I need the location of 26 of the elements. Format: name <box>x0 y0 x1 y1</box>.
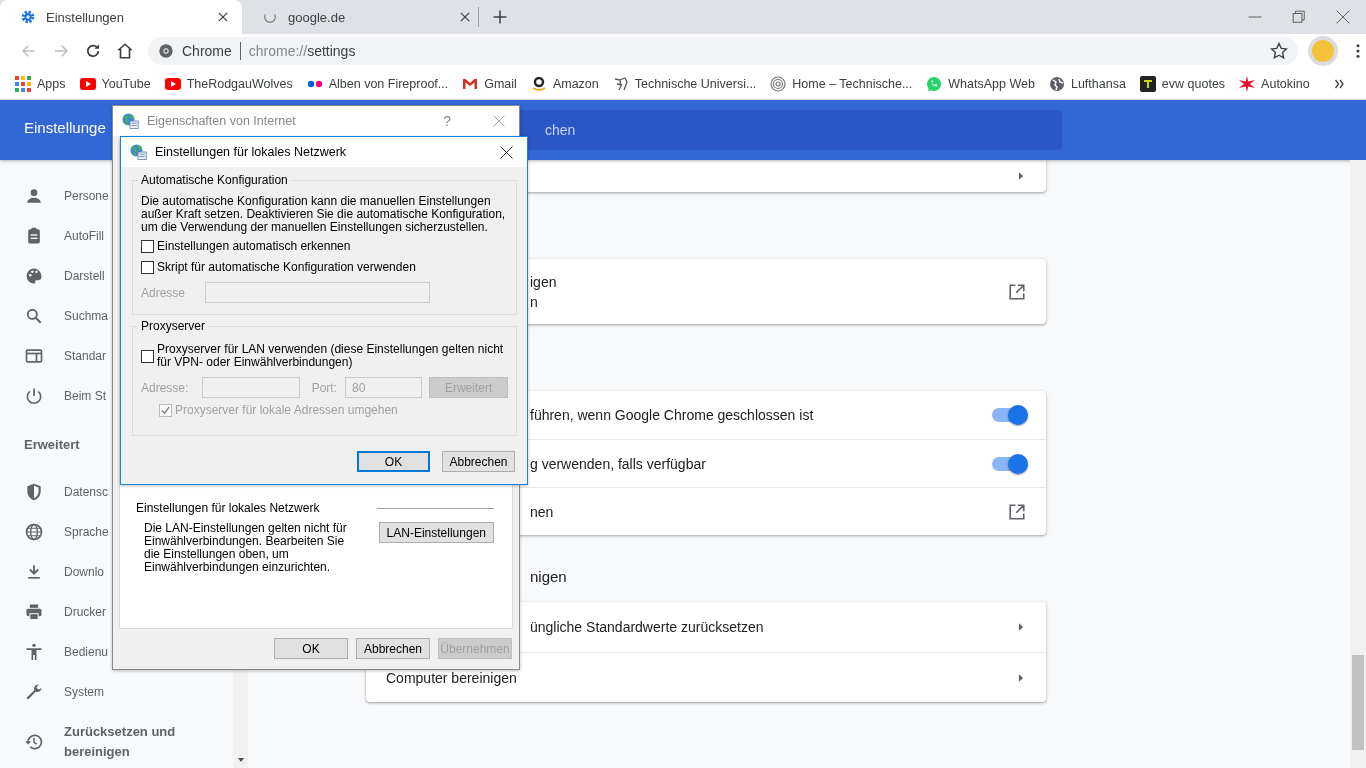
group-heading: Automatische Konfiguration <box>138 173 291 187</box>
setting-label: nen <box>530 502 555 522</box>
page-title: Einstellunge <box>24 118 106 136</box>
description-text: Die LAN-Einstellungen gelten nicht für Einwählverbindungen. Bearbeiten Sie die Einstellungen oben, um Einwählverbindungen einzurichten. <box>143 522 348 574</box>
section-heading: nigen <box>530 567 567 585</box>
group-heading: Proxyserver <box>138 319 208 333</box>
setting-label: igen <box>530 272 558 292</box>
window-title: Einstellungen für lokales Netzwerk <box>155 145 348 159</box>
setting-label: n <box>530 292 539 312</box>
checkbox-label: Proxyserver für LAN verwenden (diese Einstellungen gelten nicht für VPN- oder Einwählverbindungen) <box>157 343 505 369</box>
setting-label: üngliche Standardwerte zurücksetzen <box>530 618 765 637</box>
field-label: Adresse: <box>141 380 189 395</box>
checkbox-label: Proxyserver für lokale Adressen umgehen <box>175 404 398 417</box>
field-label: Adresse <box>141 285 186 300</box>
setting-label: Computer bereinigen <box>386 668 518 688</box>
url-text: chrome://settings <box>248 43 356 59</box>
setting-label: führen, wenn Google Chrome geschlossen ist <box>530 406 815 425</box>
description-text: Die automatische Konfiguration kann die manuellen Einstellungen außer Kraft setzen. Deaktivieren Sie die automatische Konfiguration, um die Verwendung der manuellen Einstellungen sicherzustellen. <box>141 195 507 234</box>
field-label: Port: <box>311 380 337 395</box>
group-heading: Einstellungen für lokales Netzwerk <box>136 501 320 515</box>
setting-label: g verwenden, falls verfügbar <box>530 454 707 474</box>
checkbox-label: Einstellungen automatisch erkennen <box>157 240 351 253</box>
window-title: Eigenschaften von Internet <box>147 114 297 128</box>
checkbox-label: Skript für automatische Konfiguration verwenden <box>157 261 416 274</box>
sidebar-heading: Erweitert <box>23 435 81 454</box>
origin-label: Chrome <box>182 43 232 59</box>
